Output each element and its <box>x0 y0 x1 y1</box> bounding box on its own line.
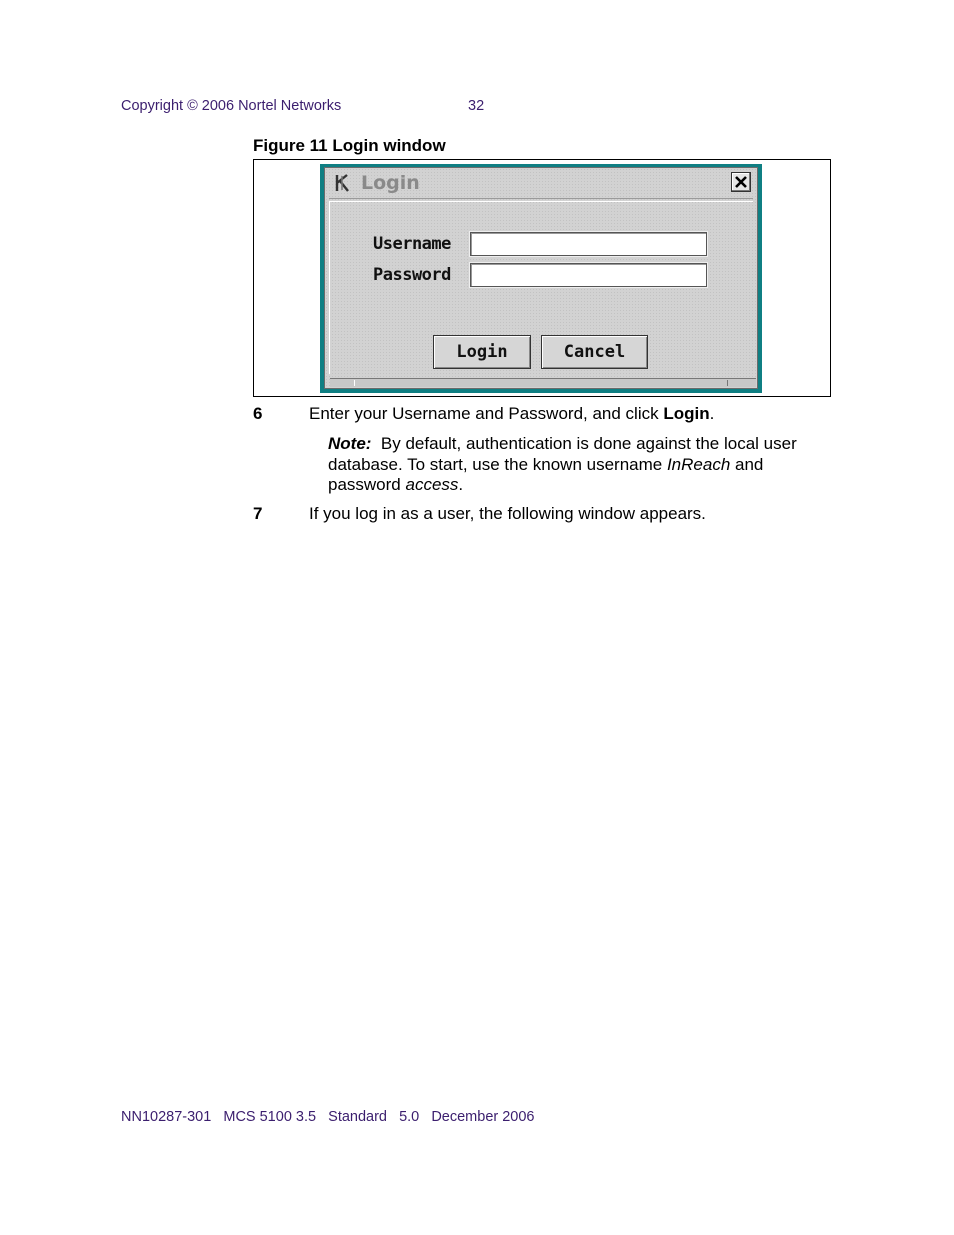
step-text: Enter your Username and Password, and cl… <box>309 404 715 423</box>
password-label: Password <box>373 265 451 285</box>
step-number: 6 <box>253 404 263 423</box>
page-number: 32 <box>468 98 485 114</box>
note-label: Note: <box>328 434 372 453</box>
close-icon <box>735 176 747 188</box>
dialog-titlebar[interactable]: Login <box>329 170 753 199</box>
app-logo-icon <box>334 173 352 193</box>
document-footer: NN10287-301 MCS 5100 3.5 Standard 5.0 De… <box>121 1109 535 1125</box>
step-number: 7 <box>253 504 263 523</box>
default-password: access <box>405 475 459 494</box>
login-button[interactable]: Login <box>433 335 531 369</box>
login-emphasis: Login <box>663 404 710 423</box>
note-paragraph: Note: By default, authentication is done… <box>328 434 797 494</box>
scrollbar-thumb[interactable] <box>354 380 728 386</box>
username-label: Username <box>373 234 451 254</box>
close-button[interactable] <box>731 172 751 192</box>
default-username: InReach <box>666 454 731 474</box>
header-copyright: Copyright © 2006 Nortel Networks <box>121 98 342 114</box>
username-input[interactable] <box>470 232 707 256</box>
horizontal-scrollbar[interactable] <box>330 378 756 387</box>
step-text: If you log in as a user, the following w… <box>309 504 706 523</box>
cancel-button[interactable]: Cancel <box>541 335 648 369</box>
password-input[interactable] <box>470 263 707 287</box>
dialog-title: Login <box>361 172 420 194</box>
figure-caption: Figure 11 Login window <box>253 136 446 155</box>
